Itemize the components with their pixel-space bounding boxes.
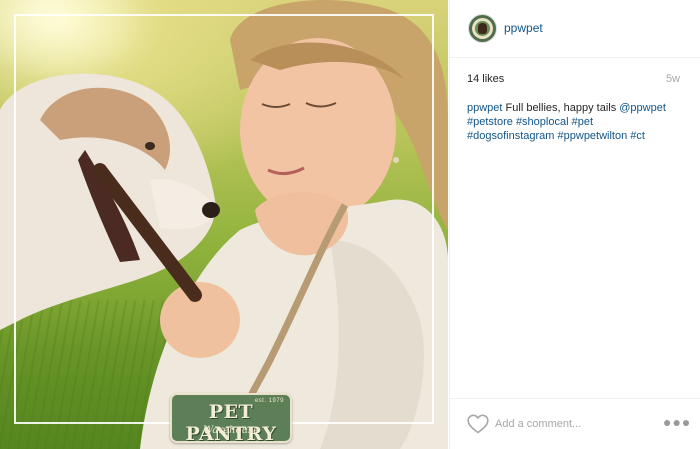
- heart-icon[interactable]: [467, 414, 489, 434]
- post-sidebar: ppwpet 14 likes 5w ppwpet Full bellies, …: [449, 0, 700, 449]
- avatar-dog: [478, 23, 487, 34]
- caption-text: Full bellies, happy tails: [502, 102, 620, 114]
- photo-frame: [14, 14, 434, 424]
- post-header: ppwpet: [450, 0, 700, 58]
- hashtag-link[interactable]: #petstore: [467, 116, 513, 128]
- post-footer: ●●●: [450, 398, 700, 449]
- post-caption: ppwpet Full bellies, happy tails @ppwpet…: [467, 101, 682, 143]
- hashtag-link[interactable]: #ppwpetwilton: [558, 130, 628, 142]
- hashtag-link[interactable]: #ct: [630, 130, 645, 142]
- pet-pantry-logo: est. 1979 PET PANTRY Warehouse: [170, 393, 292, 445]
- comment-input[interactable]: [495, 415, 655, 433]
- post-photo[interactable]: est. 1979 PET PANTRY Warehouse: [0, 0, 448, 449]
- instagram-post: est. 1979 PET PANTRY Warehouse ppwpet 14…: [0, 0, 700, 449]
- logo-name: PET PANTRY: [185, 401, 277, 445]
- hashtag-link[interactable]: #pet: [572, 116, 593, 128]
- logo-subtitle: Warehouse: [202, 425, 260, 436]
- more-options-icon[interactable]: ●●●: [663, 415, 690, 433]
- hashtag-link[interactable]: #shoplocal: [516, 116, 569, 128]
- username-link[interactable]: ppwpet: [504, 21, 543, 35]
- caption-author-link[interactable]: ppwpet: [467, 102, 502, 114]
- post-age[interactable]: 5w: [666, 73, 680, 85]
- hashtag-link[interactable]: #dogsofinstagram: [467, 130, 554, 142]
- avatar[interactable]: [468, 14, 497, 43]
- likes-count[interactable]: 14 likes: [467, 73, 504, 85]
- caption-mention[interactable]: @ppwpet: [619, 102, 666, 114]
